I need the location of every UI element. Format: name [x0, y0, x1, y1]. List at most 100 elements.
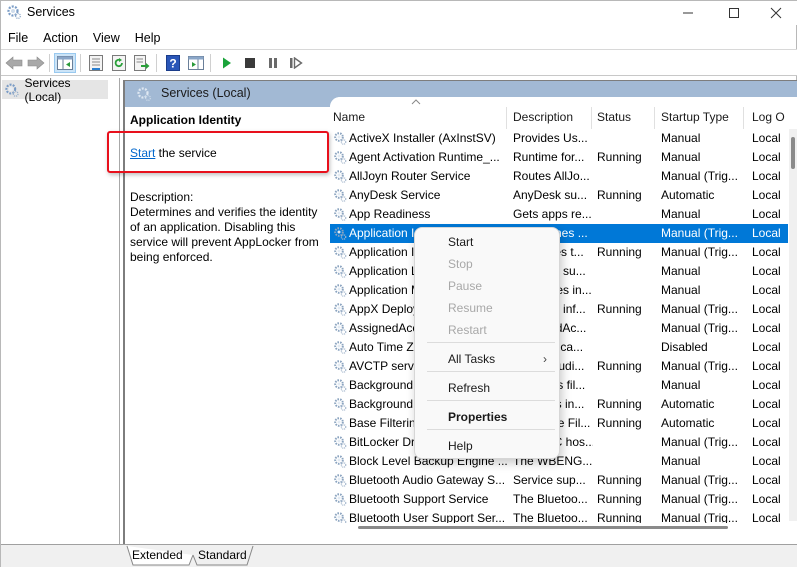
- services-gear-icon: [137, 87, 152, 102]
- submenu-chevron-icon: ›: [543, 352, 547, 366]
- context-menu-item-all-tasks[interactable]: All Tasks ›: [419, 348, 555, 370]
- start-service-link[interactable]: Start: [130, 146, 155, 160]
- service-log-on-as: Local: [752, 245, 781, 259]
- menu-action[interactable]: Action: [36, 27, 86, 47]
- menu-file[interactable]: File: [1, 27, 36, 47]
- service-detail-pane: Application Identity Start the service D…: [125, 107, 329, 547]
- services-list: Name Description Status Startup Type Log…: [330, 97, 797, 545]
- context-menu-item-properties[interactable]: Properties: [419, 406, 555, 428]
- context-menu-item-label: Refresh: [448, 381, 491, 395]
- column-separator[interactable]: [506, 107, 507, 129]
- column-header-startup-type[interactable]: Startup Type: [661, 110, 729, 128]
- column-header-log-on-as[interactable]: Log O: [752, 110, 785, 128]
- resume-service-button[interactable]: [285, 53, 307, 73]
- close-button[interactable]: [753, 1, 797, 25]
- window-title: Services: [27, 5, 75, 19]
- service-status: Running: [597, 473, 642, 487]
- description-label: Description:: [130, 190, 194, 204]
- column-header-status[interactable]: Status: [597, 110, 631, 128]
- help-button[interactable]: ?: [162, 53, 184, 73]
- service-row[interactable]: Bluetooth Audio Gateway S... Service sup.…: [330, 471, 788, 490]
- service-log-on-as: Local: [752, 150, 781, 164]
- toolbar: ?: [1, 49, 797, 76]
- column-separator[interactable]: [591, 107, 592, 129]
- menu-help[interactable]: Help: [128, 27, 169, 47]
- console-tree-pane: Services (Local): [1, 76, 120, 544]
- service-startup-type: Disabled: [661, 340, 708, 354]
- description-text: Determines and verifies the identity of …: [130, 205, 319, 264]
- context-menu-item-restart: Restart: [419, 319, 555, 341]
- tab-standard[interactable]: Standard: [198, 546, 247, 564]
- service-gear-icon: [333, 131, 347, 146]
- column-separator[interactable]: [654, 107, 655, 129]
- service-description: Provides Us...: [513, 131, 588, 145]
- service-log-on-as: Local: [752, 473, 781, 487]
- left-status-area: [1, 544, 123, 567]
- service-log-on-as: Local: [752, 283, 781, 297]
- minimize-button[interactable]: [665, 1, 711, 25]
- start-service-button[interactable]: [216, 53, 238, 73]
- service-status: Running: [597, 302, 642, 316]
- menu-view[interactable]: View: [86, 27, 128, 47]
- service-log-on-as: Local: [752, 207, 781, 221]
- maximize-button[interactable]: [711, 1, 757, 25]
- service-row[interactable]: AnyDesk Service AnyDesk su... Running Autom…: [330, 186, 788, 205]
- stop-service-icon: [245, 58, 255, 68]
- properties-icon: [89, 55, 103, 71]
- context-menu-item-label: Restart: [448, 323, 487, 337]
- vertical-scrollbar[interactable]: [789, 129, 797, 521]
- vertical-scroll-thumb[interactable]: [791, 137, 795, 169]
- service-gear-icon: [333, 302, 347, 317]
- forward-button[interactable]: [25, 53, 47, 73]
- service-startup-type: Manual (Trig...: [661, 245, 738, 259]
- refresh-button[interactable]: [108, 53, 130, 73]
- service-startup-type: Manual (Trig...: [661, 359, 738, 373]
- maximize-icon: [729, 8, 739, 18]
- service-startup-type: Manual: [661, 378, 701, 392]
- service-row[interactable]: AllJoyn Router Service Routes AllJo... Man…: [330, 167, 788, 186]
- title-bar: Services: [1, 1, 797, 25]
- context-menu-item-help[interactable]: Help: [419, 435, 555, 457]
- column-separator[interactable]: [743, 107, 744, 129]
- services-gear-icon: [5, 83, 19, 97]
- show-action-pane-button[interactable]: [185, 53, 207, 73]
- toolbar-separator: [80, 54, 81, 72]
- pause-service-icon: [269, 58, 277, 68]
- service-gear-icon: [333, 150, 347, 165]
- tab-extended[interactable]: Extended: [132, 546, 183, 564]
- service-gear-icon: [333, 435, 347, 450]
- service-name: App Readiness: [349, 207, 431, 221]
- selected-service-name: Application Identity: [130, 113, 242, 127]
- service-gear-icon: [333, 378, 347, 393]
- refresh-icon: [112, 55, 126, 71]
- context-menu-separator: [427, 400, 555, 401]
- service-gear-icon: [333, 454, 347, 469]
- toolbar-separator: [156, 54, 157, 72]
- column-header-name[interactable]: Name: [333, 110, 365, 128]
- menu-bar: File Action View Help: [1, 27, 797, 47]
- start-service-line: Start the service: [130, 146, 217, 160]
- service-row[interactable]: Bluetooth Support Service The Bluetoo... R…: [330, 490, 788, 509]
- service-gear-icon: [333, 283, 347, 298]
- properties-button[interactable]: [85, 53, 107, 73]
- back-arrow-icon: [5, 56, 23, 70]
- column-header-description[interactable]: Description: [513, 110, 573, 128]
- service-row[interactable]: ActiveX Installer (AxInstSV) Provides Us.…: [330, 129, 788, 148]
- tree-item-services-local[interactable]: Services (Local): [2, 76, 108, 104]
- service-status: Running: [597, 397, 642, 411]
- service-gear-icon: [333, 321, 347, 336]
- show-hide-console-tree-button[interactable]: [54, 53, 76, 73]
- horizontal-scrollbar[interactable]: [330, 523, 788, 533]
- back-button[interactable]: [3, 53, 25, 73]
- stop-service-button[interactable]: [239, 53, 261, 73]
- context-menu-item-start[interactable]: Start: [419, 231, 555, 253]
- service-row[interactable]: App Readiness Gets apps re... Manual Local: [330, 205, 788, 224]
- service-gear-icon: [333, 264, 347, 279]
- help-icon: ?: [166, 55, 180, 71]
- resume-service-icon: [290, 57, 303, 69]
- service-row[interactable]: Agent Activation Runtime_... Runtime for.…: [330, 148, 788, 167]
- horizontal-scroll-thumb[interactable]: [358, 526, 728, 529]
- context-menu-item-refresh[interactable]: Refresh: [419, 377, 555, 399]
- pause-service-button[interactable]: [262, 53, 284, 73]
- export-list-button[interactable]: [131, 53, 153, 73]
